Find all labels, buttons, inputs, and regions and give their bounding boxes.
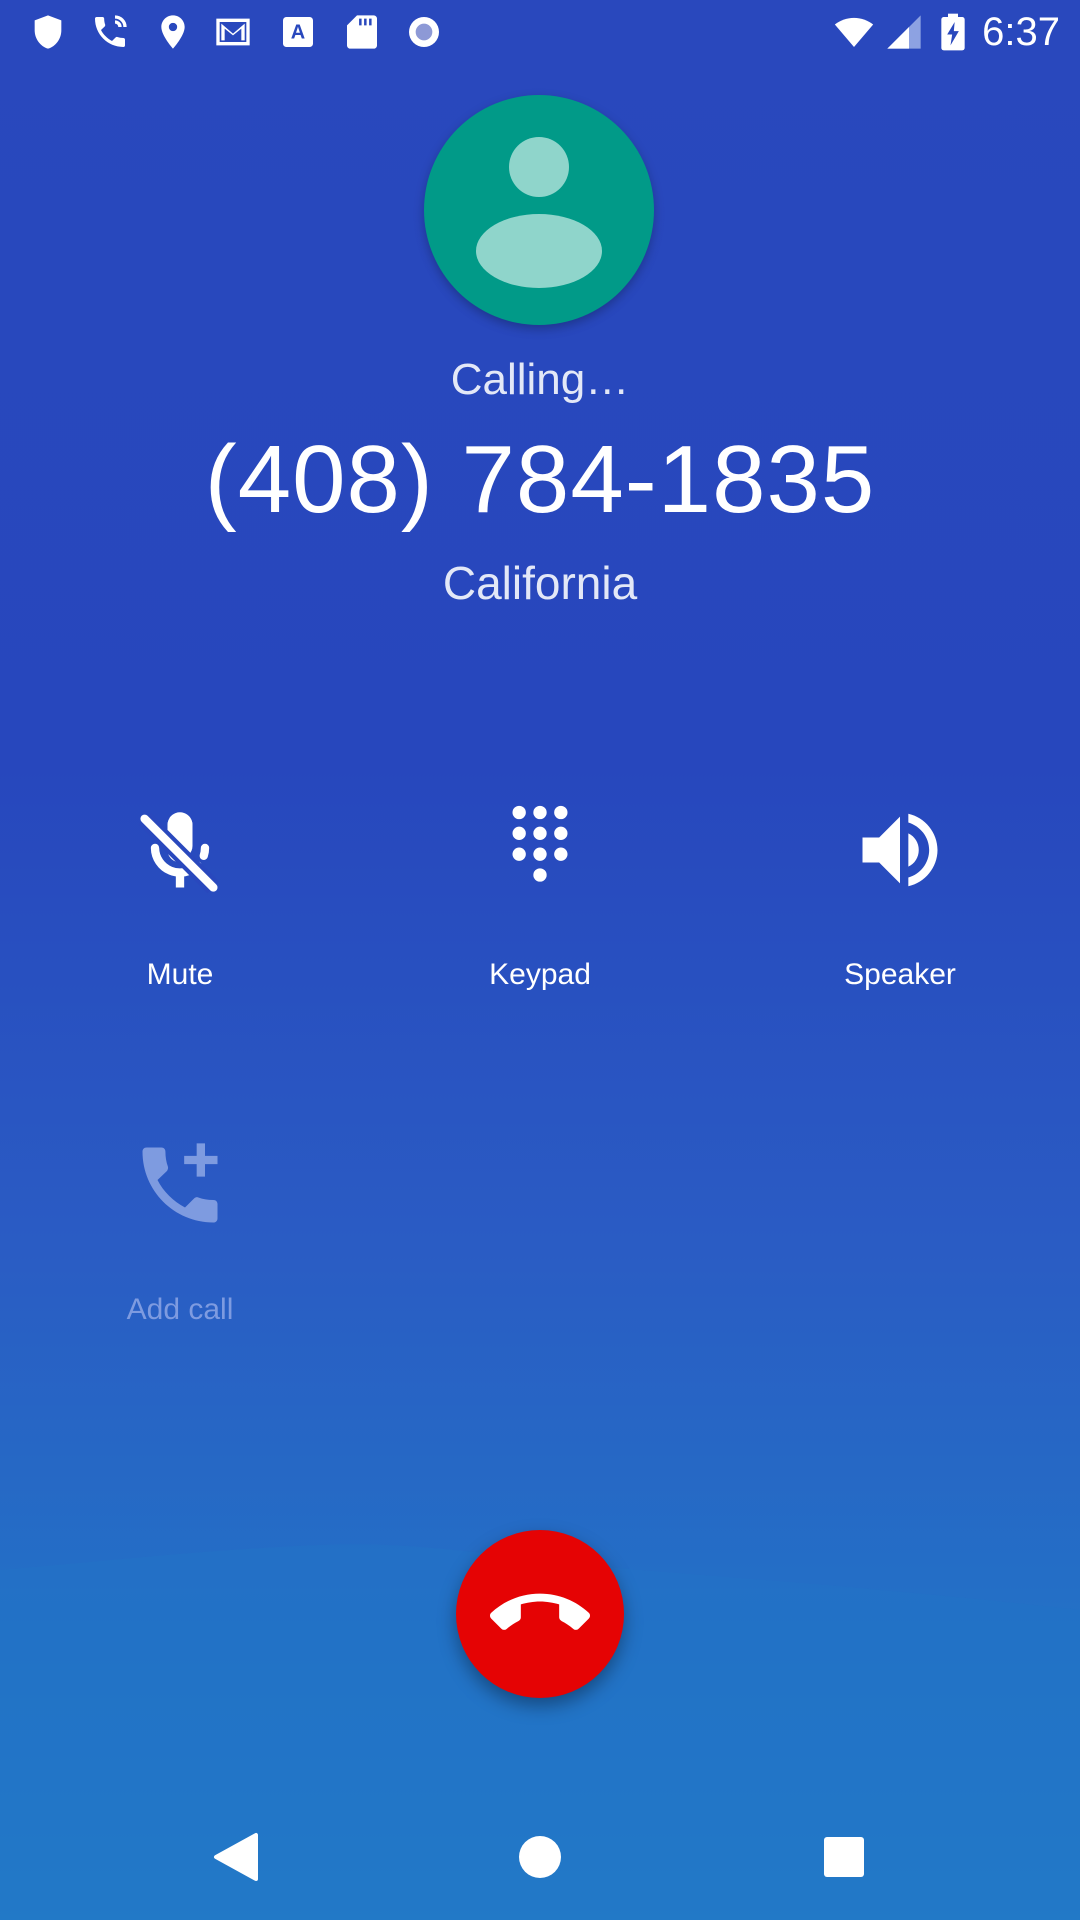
status-time: 6:37 <box>982 10 1060 54</box>
home-icon <box>519 1836 561 1878</box>
mute-label: Mute <box>146 958 214 991</box>
add-call-label: Add call <box>126 1293 234 1326</box>
speaker-label: Speaker <box>844 958 956 991</box>
keypad-button[interactable]: Keypad <box>390 800 690 1040</box>
nav-recents-button[interactable] <box>794 1807 894 1907</box>
shield-icon <box>34 15 62 49</box>
status-bar: A 6:37 <box>0 0 1080 63</box>
text-a-icon: A <box>283 17 313 47</box>
mute-button[interactable]: Mute <box>30 800 330 1040</box>
phone-call-icon <box>95 15 127 47</box>
battery-charging-icon <box>941 13 965 51</box>
caller-location: California <box>442 557 638 609</box>
wifi-icon <box>834 17 874 47</box>
nav-back-button[interactable] <box>186 1807 286 1907</box>
contact-avatar <box>424 95 654 325</box>
location-pin-icon <box>161 15 185 49</box>
call-status: Calling… <box>450 355 630 404</box>
phone-number: (408) 784-1835 <box>204 426 876 533</box>
end-call-button[interactable] <box>456 1530 624 1698</box>
person-icon <box>476 137 602 288</box>
add-call-icon <box>142 1143 218 1223</box>
call-end-icon <box>490 1593 590 1630</box>
add-call-button[interactable]: Add call <box>30 1135 330 1375</box>
cell-signal-icon <box>887 15 921 49</box>
nav-home-button[interactable] <box>490 1807 590 1907</box>
svg-text:A: A <box>291 22 305 44</box>
sd-card-icon <box>347 15 377 49</box>
speaker-button[interactable]: Speaker <box>750 800 1050 1040</box>
volume-up-icon <box>862 813 938 887</box>
record-dot-icon <box>409 17 439 47</box>
mic-off-icon <box>138 812 220 894</box>
recents-icon <box>824 1837 864 1877</box>
gmail-icon <box>216 18 250 46</box>
keypad-label: Keypad <box>489 958 591 991</box>
dialpad-icon <box>512 805 568 882</box>
back-icon <box>214 1833 258 1881</box>
